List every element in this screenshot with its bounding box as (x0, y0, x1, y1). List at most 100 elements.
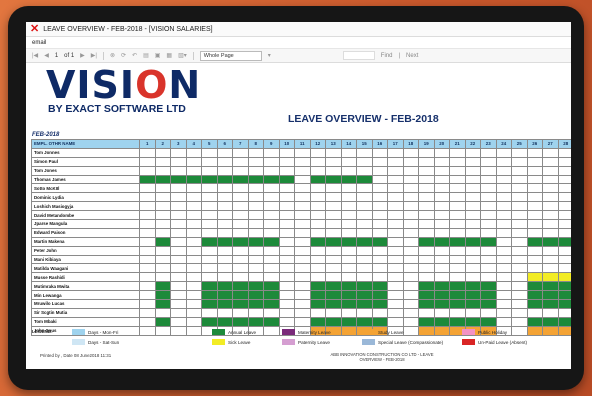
annual-leave-cell (154, 290, 171, 301)
annual-leave-cell (309, 174, 326, 185)
legend-text: Days - Sat-Sun (88, 339, 120, 345)
legend-swatch (362, 329, 375, 335)
day-cell (480, 147, 497, 158)
day-cell (263, 272, 280, 283)
annual-leave-cell (356, 299, 373, 309)
print-icon[interactable]: ▤ (143, 52, 149, 59)
day-cell (449, 165, 466, 176)
find-link[interactable]: Find (381, 53, 393, 59)
day-cell (309, 156, 326, 167)
day-cell (170, 307, 187, 318)
title-bar: ✕ LEAVE OVERVIEW - FEB-2018 - [VISION SA… (26, 22, 571, 37)
annual-leave-cell (464, 290, 481, 301)
day-cell (495, 174, 512, 185)
day-cell (216, 263, 233, 274)
day-cell (263, 183, 280, 194)
day-cell (309, 192, 326, 203)
day-cell (185, 316, 202, 327)
report-viewer-window: ✕ LEAVE OVERVIEW - FEB-2018 - [VISION SA… (26, 22, 571, 369)
day-cell (139, 227, 156, 238)
legend-text: Public Holiday (478, 329, 508, 335)
day-cell (557, 307, 571, 318)
annual-leave-cell (154, 299, 171, 309)
print-layout-icon[interactable]: ▣ (155, 52, 161, 59)
day-header: 11 (294, 139, 311, 149)
menu-item-email[interactable]: email (32, 40, 46, 46)
refresh-icon[interactable]: ⟳ (121, 52, 126, 59)
next-link[interactable]: Next (406, 53, 418, 59)
first-page-icon[interactable]: |◀ (32, 52, 38, 59)
day-cell (294, 147, 311, 158)
day-header: 24 (495, 139, 512, 149)
day-cell (526, 147, 543, 158)
page-number-input[interactable]: 1 (55, 53, 58, 59)
day-cell (449, 245, 466, 256)
zoom-dropdown-icon[interactable]: ▾ (268, 52, 271, 59)
day-cell (511, 201, 528, 212)
day-cell (185, 147, 202, 158)
day-cell (185, 192, 202, 203)
day-cell (309, 245, 326, 256)
day-cell (356, 272, 373, 283)
page-setup-icon[interactable]: ▦ (166, 52, 172, 59)
employee-name: Peter John (31, 245, 140, 256)
annual-leave-cell (449, 316, 466, 327)
annual-leave-cell (418, 236, 435, 247)
last-page-icon[interactable]: ▶| (91, 52, 97, 59)
day-cell (139, 165, 156, 176)
day-cell (247, 147, 264, 158)
back-icon[interactable]: ↶ (132, 52, 137, 59)
day-cell (325, 272, 342, 283)
day-cell (495, 227, 512, 238)
export-icon[interactable]: ▧▾ (178, 52, 187, 59)
day-cell (557, 219, 571, 229)
leave-grid: EMPL. OTHR NAME 1 2 3 4 5 6 7 8 9 10 11 12 13 14 15 16 17… (31, 139, 571, 336)
stop-icon[interactable]: ⊗ (110, 52, 115, 59)
day-cell (526, 219, 543, 229)
close-icon[interactable]: ✕ (30, 23, 39, 35)
day-cell (526, 254, 543, 265)
day-cell (526, 307, 543, 318)
day-cell (356, 254, 373, 265)
day-cell (449, 272, 466, 283)
zoom-select[interactable]: Whole Page (199, 50, 262, 61)
annual-leave-cell (356, 236, 373, 247)
employee-row: Edward Paison (31, 227, 571, 238)
employee-row: Loshich Masiogyja (31, 201, 571, 212)
day-header: 8 (247, 139, 264, 149)
day-cell (170, 245, 187, 256)
employee-name: Tom Jonnes (31, 147, 140, 158)
day-cell (371, 147, 388, 158)
next-page-icon[interactable]: ▶ (80, 52, 85, 59)
day-cell (495, 245, 512, 256)
day-cell (480, 272, 497, 283)
annual-leave-cell (201, 236, 218, 247)
annual-leave-cell (557, 290, 571, 301)
annual-leave-cell (216, 236, 233, 247)
day-header: 6 (216, 139, 233, 149)
day-header: 13 (325, 139, 342, 149)
page-total: of 1 (64, 52, 75, 59)
day-cell (325, 307, 342, 318)
annual-leave-cell (371, 290, 388, 301)
legend-swatch (212, 339, 225, 345)
day-cell (557, 156, 571, 167)
logo-tagline: BY EXACT SOFTWARE LTD (48, 103, 186, 115)
day-cell (495, 219, 512, 229)
day-cell (185, 325, 202, 336)
find-input[interactable] (342, 51, 375, 60)
day-cell (309, 307, 326, 318)
annual-leave-cell (557, 316, 571, 327)
employee-name: Dominic Lydia (31, 192, 140, 203)
day-cell (294, 263, 311, 274)
day-cell (294, 299, 311, 309)
day-cell (495, 299, 512, 309)
day-cell (263, 325, 280, 336)
day-cell (216, 254, 233, 265)
day-cell (247, 156, 264, 167)
day-cell (216, 183, 233, 194)
day-cell (387, 210, 404, 221)
day-cell (557, 201, 571, 212)
prev-page-icon[interactable]: ◀ (44, 52, 49, 59)
day-cell (464, 201, 481, 212)
